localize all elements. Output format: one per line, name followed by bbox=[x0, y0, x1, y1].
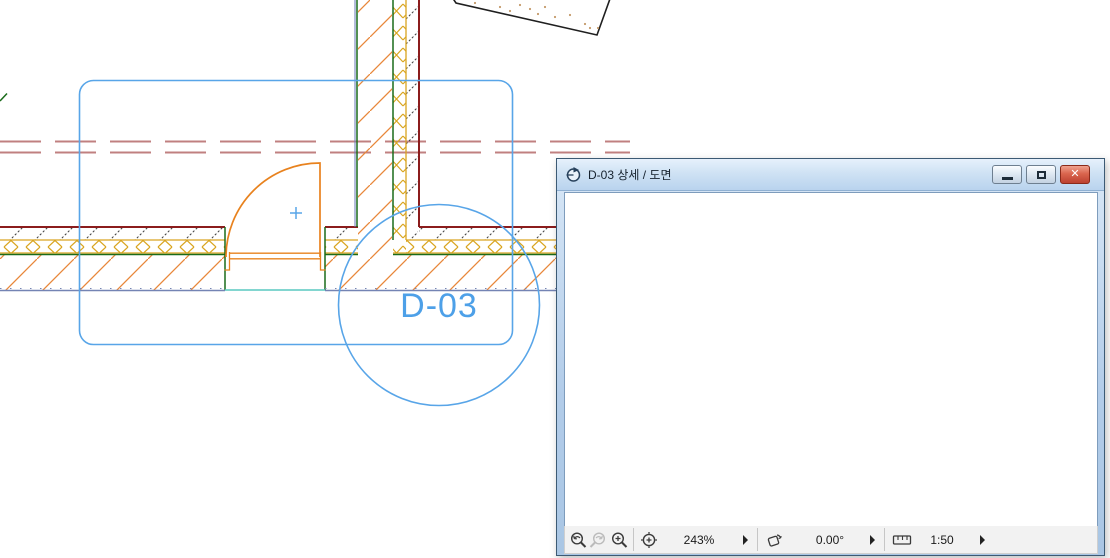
restore-button[interactable] bbox=[1026, 165, 1056, 184]
marker-center-cross-icon bbox=[290, 207, 302, 219]
restore-icon bbox=[1036, 170, 1046, 179]
scale-value[interactable]: 1:50 bbox=[912, 533, 972, 547]
minimize-button[interactable] bbox=[992, 165, 1022, 184]
toolbar-separator bbox=[757, 528, 758, 551]
minimize-icon bbox=[1001, 177, 1013, 180]
detail-window: D-03 상세 / 도면 ✕ 243% 0.00° 1:50 bbox=[291, 71, 1105, 556]
detail-window-titlebar[interactable]: D-03 상세 / 도면 ✕ bbox=[557, 159, 1104, 191]
toolbar-separator bbox=[633, 528, 634, 551]
rotation-angle-value[interactable]: 0.00° bbox=[800, 533, 860, 547]
zoom-next-icon[interactable] bbox=[589, 531, 607, 549]
window-title: D-03 상세 / 도면 bbox=[588, 168, 672, 182]
close-button[interactable]: ✕ bbox=[1060, 165, 1090, 184]
zoom-in-icon[interactable] bbox=[610, 531, 628, 549]
detail-canvas[interactable] bbox=[291, 71, 1097, 526]
application-stage: D-03 D-03 상세 / 도면 ✕ 243% 0.00° 1:50 bbox=[0, 0, 1110, 558]
zoom-expand-arrow-icon[interactable] bbox=[743, 535, 748, 545]
site-object-rotated bbox=[453, 0, 611, 36]
detail-marker-icon bbox=[566, 167, 581, 182]
detail-content bbox=[302, 83, 538, 234]
detail-drawing-area[interactable] bbox=[291, 71, 1098, 527]
scale-expand-arrow-icon[interactable] bbox=[980, 535, 985, 545]
detail-marker-label: D-03 bbox=[400, 287, 478, 325]
plan-drawing bbox=[0, 0, 641, 292]
scale-ruler-icon[interactable] bbox=[892, 531, 912, 549]
detail-window-toolbar: 243% 0.00° 1:50 bbox=[564, 526, 1098, 554]
zoom-previous-icon[interactable] bbox=[569, 531, 587, 549]
rotation-expand-arrow-icon[interactable] bbox=[870, 535, 875, 545]
fit-in-window-icon[interactable] bbox=[640, 531, 658, 549]
close-icon: ✕ bbox=[1070, 168, 1080, 180]
toolbar-separator bbox=[884, 528, 885, 551]
zoom-percent-value[interactable]: 243% bbox=[669, 533, 729, 547]
rotation-icon[interactable] bbox=[765, 531, 783, 549]
